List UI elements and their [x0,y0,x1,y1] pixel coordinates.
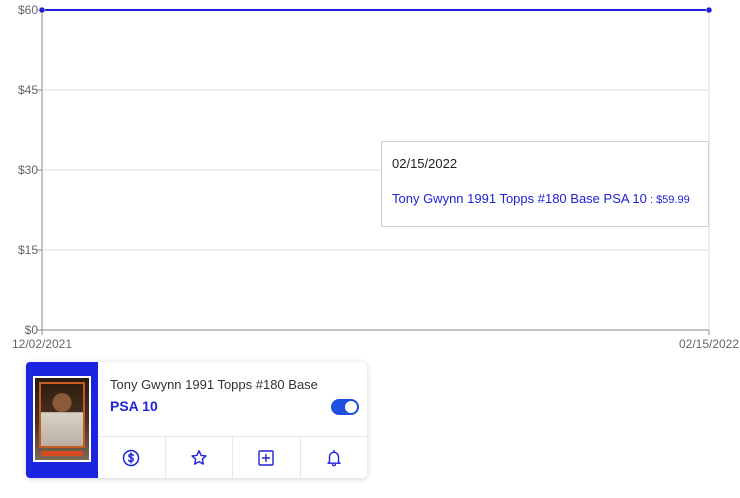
y-tick-label: $30 [18,163,38,177]
card-thumbnail[interactable] [26,362,98,478]
dollar-circle-icon [123,449,140,467]
card-name: Tony Gwynn 1991 Topps #180 Base [110,377,318,392]
add-to-collection-button[interactable] [233,437,301,478]
plus-square-icon [258,450,274,466]
y-tick-label: $15 [18,243,38,257]
chart-tooltip: 02/15/2022 Tony Gwynn 1991 Topps #180 Ba… [381,141,709,227]
x-tick-label: 02/15/2022 [679,337,739,351]
data-point [705,6,713,14]
data-point [38,6,46,14]
bell-icon [327,449,341,467]
y-tick-label: $60 [18,3,38,17]
toggle-knob [345,401,357,413]
star-icon [191,450,207,465]
card-image [33,376,91,462]
favorite-button[interactable] [166,437,233,478]
price-button[interactable] [98,437,166,478]
y-tick-label: $0 [25,323,39,337]
y-tick-label: $45 [18,83,38,97]
tooltip-series-row: Tony Gwynn 1991 Topps #180 Base PSA 10 :… [392,191,698,206]
tooltip-date: 02/15/2022 [392,156,458,171]
tooltip-separator: : [646,194,657,206]
series-visibility-toggle[interactable] [331,399,359,415]
tooltip-value: $59.99 [656,194,690,206]
x-tick-label: 12/02/2021 [12,337,72,351]
tooltip-series-label: Tony Gwynn 1991 Topps #180 Base PSA 10 [392,191,647,206]
card-summary[interactable]: Tony Gwynn 1991 Topps #180 Base PSA 10 [26,362,367,478]
card-info: Tony Gwynn 1991 Topps #180 Base PSA 10 [98,362,367,436]
card-actions [98,436,367,478]
card-grade: PSA 10 [110,398,158,414]
price-alert-button[interactable] [301,437,368,478]
